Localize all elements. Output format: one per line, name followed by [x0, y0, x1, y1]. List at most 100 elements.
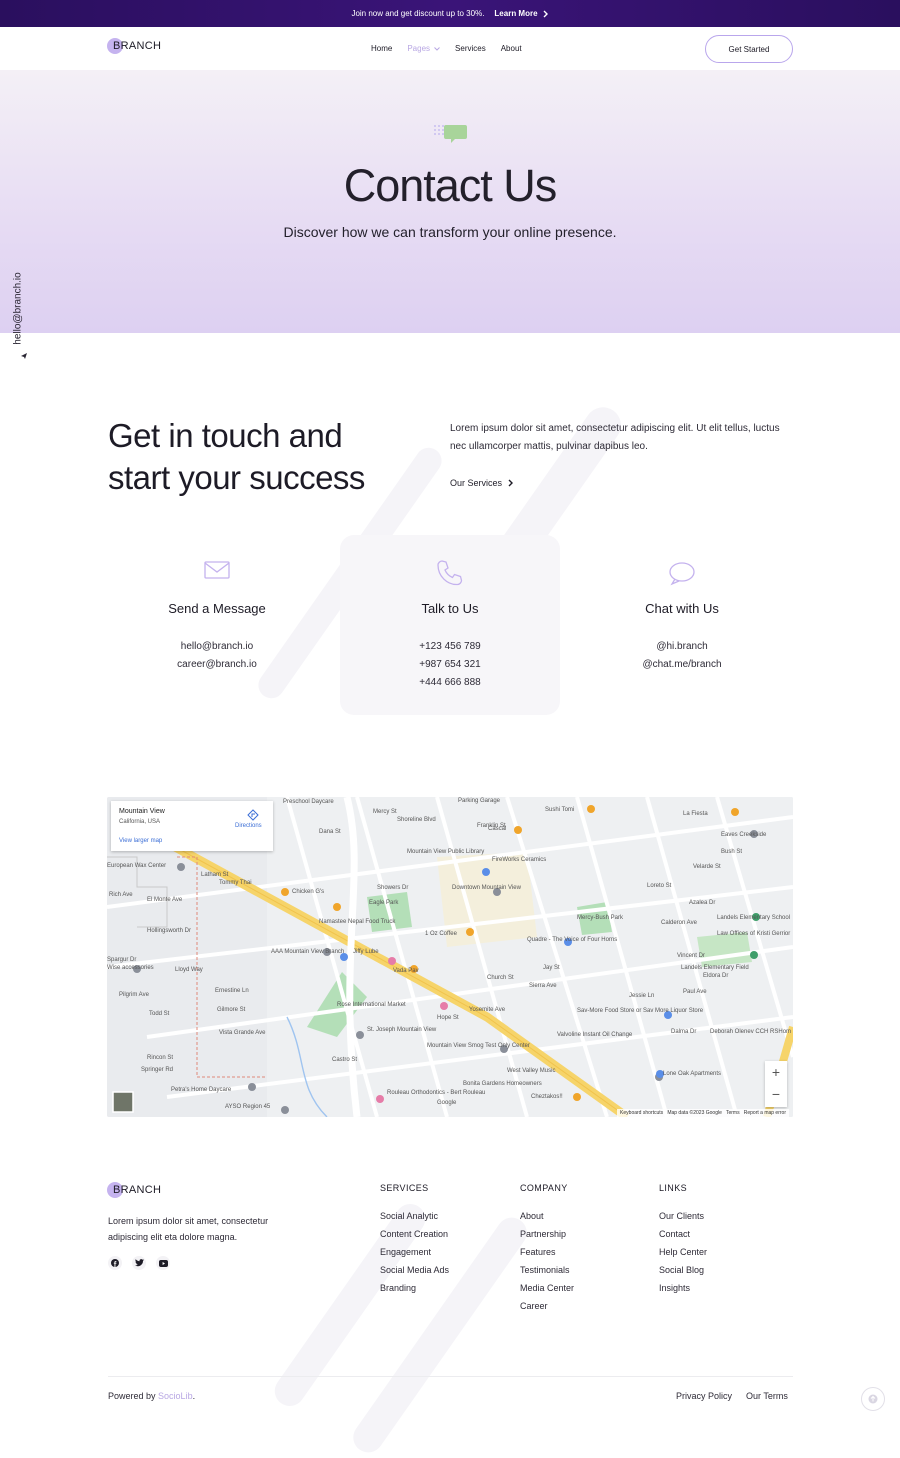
map-zoom-controls: + − — [765, 1061, 787, 1107]
map-info-card: Mountain View California, USA View large… — [111, 801, 273, 851]
map-label: Ernestine Ln — [215, 988, 249, 994]
directions-link[interactable]: Directions — [235, 823, 262, 829]
map-label: 1 Oz Coffee — [425, 931, 457, 937]
our-services-link[interactable]: Our Services — [450, 478, 514, 488]
map-label: El Monte Ave — [147, 897, 183, 903]
privacy-policy-link[interactable]: Privacy Policy — [676, 1391, 732, 1401]
map-label: Todd St — [149, 1011, 170, 1017]
nav-links: Home Pages Services About — [371, 27, 522, 70]
directions-icon[interactable] — [247, 809, 259, 821]
map-label: La Fiesta — [683, 811, 708, 817]
nav-item-services[interactable]: Services — [455, 44, 486, 53]
map-label: Downtown Mountain View — [452, 885, 521, 891]
scroll-to-top-button[interactable] — [861, 1387, 885, 1411]
map-label: Deborah Olenev CCH RSHom (NA) — [710, 1029, 793, 1035]
announcement-bar: Join now and get discount up to 30%. Lea… — [0, 0, 900, 27]
our-services-label: Our Services — [450, 478, 503, 488]
footer-link[interactable]: Social Media Ads — [380, 1261, 449, 1279]
report-map-error-link[interactable]: Report a map error — [744, 1110, 786, 1116]
footer-link[interactable]: Features — [520, 1243, 574, 1261]
map-label: Petra's Home Daycare — [171, 1087, 232, 1093]
nav-item-about[interactable]: About — [501, 44, 522, 53]
footer-link[interactable]: Insights — [659, 1279, 707, 1297]
footer-link[interactable]: Engagement — [380, 1243, 449, 1261]
footer-link[interactable]: Media Center — [520, 1279, 574, 1297]
view-larger-map-link[interactable]: View larger map — [119, 838, 162, 844]
map-label: Eaves Creekside — [721, 832, 767, 838]
map-label: Springer Rd — [141, 1067, 174, 1073]
map-label: Calderon Ave — [661, 920, 697, 926]
zoom-out-button[interactable]: − — [765, 1083, 787, 1105]
contact-phone-3[interactable]: +444 666 888 — [340, 674, 560, 692]
contact-handle-2[interactable]: @chat.me/branch — [572, 656, 792, 674]
map-terms-link[interactable]: Terms — [726, 1110, 740, 1116]
contact-email-2[interactable]: career@branch.io — [107, 656, 327, 674]
powered-by: Powered by SocioLib. — [108, 1391, 196, 1401]
location-map[interactable]: Mountain View California, USA View large… — [107, 797, 793, 1117]
chat-bubble-icon — [669, 562, 695, 586]
learn-more-label: Learn More — [494, 9, 538, 18]
map-label: Yosemite Ave — [469, 1007, 506, 1013]
map-label: European Wax Center — [107, 863, 167, 869]
keyboard-shortcuts-link[interactable]: Keyboard shortcuts — [620, 1110, 663, 1116]
contact-phone-1[interactable]: +123 456 789 — [340, 638, 560, 656]
terms-link[interactable]: Our Terms — [746, 1391, 788, 1401]
map-label: Showers Dr — [377, 885, 409, 891]
youtube-icon[interactable] — [156, 1256, 170, 1270]
map-label: Rouleau Orthodontics - Bert Rouleau — [387, 1090, 486, 1096]
footer-link[interactable]: About — [520, 1207, 574, 1225]
contact-card-phone: Talk to Us +123 456 789 +987 654 321 +44… — [340, 535, 560, 715]
side-email-link[interactable]: hello@branch.io — [13, 265, 34, 360]
map-label: Mercy-Bush Park — [577, 915, 624, 921]
map-label: Eagle Park — [369, 900, 399, 906]
contact-phone-2[interactable]: +987 654 321 — [340, 656, 560, 674]
hero-section: hello@branch.io Contact Us Discover how … — [0, 70, 900, 359]
footer-logo[interactable]: BRANCH — [107, 1182, 161, 1198]
footer-column-title: COMPANY — [520, 1183, 568, 1193]
footer-link[interactable]: Social Blog — [659, 1261, 707, 1279]
map-data-credit: Map data ©2023 Google — [667, 1110, 722, 1116]
learn-more-link[interactable]: Learn More — [494, 9, 548, 18]
footer-link[interactable]: Content Creation — [380, 1225, 449, 1243]
map-label: Bonita Gardens Homeowners — [463, 1081, 542, 1087]
twitter-icon[interactable] — [132, 1256, 146, 1270]
footer-link[interactable]: Contact — [659, 1225, 707, 1243]
footer-link[interactable]: Testimonials — [520, 1261, 574, 1279]
chat-decoration-icon — [434, 125, 467, 143]
footer-link[interactable]: Social Analytic — [380, 1207, 449, 1225]
map-label: Namastee Nepal Food Truck — [319, 919, 396, 925]
footer-link[interactable]: Career — [520, 1297, 574, 1315]
map-label: Preschool Daycare — [283, 799, 334, 805]
contact-card-message: Send a Message hello@branch.io career@br… — [107, 535, 327, 715]
map-label: Google — [437, 1100, 457, 1106]
map-label: FireWorks Ceramics — [492, 857, 547, 863]
nav-item-home[interactable]: Home — [371, 44, 392, 53]
footer-link[interactable]: Help Center — [659, 1243, 707, 1261]
brand-logo[interactable]: BRANCH — [107, 38, 161, 54]
legal-links: Privacy Policy Our Terms — [676, 1391, 788, 1401]
footer-link[interactable]: Partnership — [520, 1225, 574, 1243]
intro-heading: Get in touch and start your success — [108, 415, 365, 499]
map-label: Mountain View Smog Test Only Center — [427, 1043, 530, 1049]
map-label: Parking Garage — [458, 798, 501, 804]
arrow-up-icon — [868, 1394, 878, 1404]
map-place-name: Mountain View — [119, 808, 165, 815]
map-label: Dalma Dr — [671, 1029, 697, 1035]
nav-item-pages[interactable]: Pages — [407, 44, 440, 53]
footer-link[interactable]: Our Clients — [659, 1207, 707, 1225]
facebook-icon[interactable] — [108, 1256, 122, 1270]
zoom-in-button[interactable]: + — [765, 1061, 787, 1083]
map-label: AAA Mountain View Branch — [271, 949, 345, 955]
contact-handle-1[interactable]: @hi.branch — [572, 638, 792, 656]
contact-email-1[interactable]: hello@branch.io — [107, 638, 327, 656]
footer-link[interactable]: Branding — [380, 1279, 449, 1297]
contact-card-title: Chat with Us — [645, 601, 719, 616]
chevron-down-icon — [434, 46, 440, 51]
map-label: Azalea Dr — [689, 900, 716, 906]
contact-card-title: Send a Message — [168, 601, 266, 616]
map-label: Vada Pav — [393, 968, 419, 974]
map-label: Castro St — [332, 1057, 358, 1063]
powered-by-brand-link[interactable]: SocioLib — [158, 1391, 193, 1401]
get-started-button[interactable]: Get Started — [705, 35, 793, 63]
map-label: Latham St — [201, 872, 229, 878]
